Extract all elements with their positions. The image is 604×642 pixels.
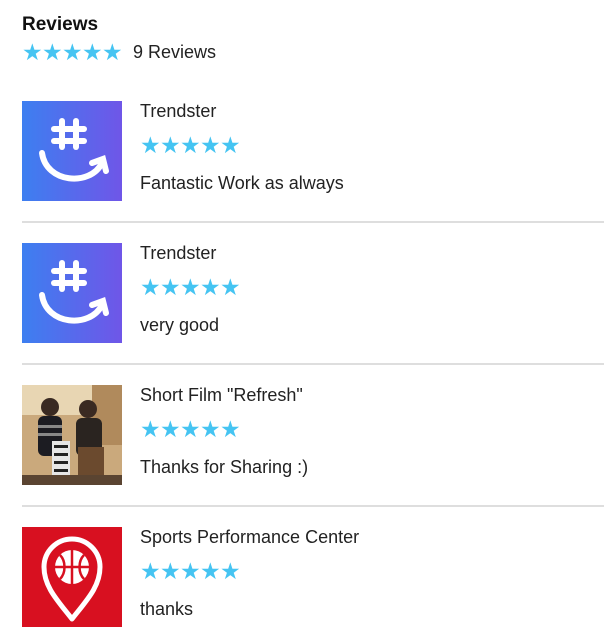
review-item: Trendster ★ ★ ★ ★ ★ very good bbox=[22, 243, 604, 385]
star-icon: ★ bbox=[200, 132, 221, 158]
review-app-name[interactable]: Trendster bbox=[140, 243, 216, 263]
rating-summary: ★ ★ ★ ★ ★ 9 Reviews bbox=[22, 39, 216, 65]
star-icon: ★ bbox=[180, 132, 201, 158]
star-icon: ★ bbox=[140, 558, 161, 584]
star-icon: ★ bbox=[180, 274, 201, 300]
review-comment: very good bbox=[140, 315, 220, 335]
divider bbox=[22, 505, 604, 507]
star-icon: ★ bbox=[200, 416, 221, 442]
star-icon: ★ bbox=[200, 274, 221, 300]
summary-stars: ★ ★ ★ ★ ★ bbox=[22, 39, 123, 65]
star-icon: ★ bbox=[220, 558, 241, 584]
review-app-name[interactable]: Short Film "Refresh" bbox=[140, 385, 303, 405]
star-icon: ★ bbox=[180, 558, 201, 584]
page-title: Reviews bbox=[22, 14, 99, 35]
review-stars: ★ ★ ★ ★ ★ bbox=[140, 416, 241, 442]
review-item: Short Film "Refresh" ★ ★ ★ ★ ★ Thanks fo… bbox=[22, 385, 604, 527]
hashtag-smile-icon bbox=[39, 118, 109, 182]
review-app-name[interactable]: Sports Performance Center bbox=[140, 527, 359, 547]
star-icon: ★ bbox=[42, 39, 63, 65]
star-icon: ★ bbox=[140, 416, 161, 442]
review-app-name[interactable]: Trendster bbox=[140, 101, 216, 121]
review-count: 9 Reviews bbox=[133, 41, 217, 62]
review-comment: Thanks for Sharing :) bbox=[140, 457, 309, 477]
divider bbox=[22, 363, 604, 365]
star-icon: ★ bbox=[200, 558, 221, 584]
review-comment: Fantastic Work as always bbox=[140, 173, 344, 193]
star-icon: ★ bbox=[140, 274, 161, 300]
app-thumbnail[interactable] bbox=[22, 385, 122, 485]
app-thumbnail[interactable] bbox=[22, 101, 122, 201]
review-stars: ★ ★ ★ ★ ★ bbox=[140, 558, 241, 584]
review-stars: ★ ★ ★ ★ ★ bbox=[140, 274, 241, 300]
divider bbox=[22, 221, 604, 223]
review-item: Trendster ★ ★ ★ ★ ★ Fantastic Work as al… bbox=[22, 101, 604, 243]
star-icon: ★ bbox=[160, 416, 181, 442]
photo-thumbnail bbox=[22, 385, 122, 485]
review-item: Sports Performance Center ★ ★ ★ ★ ★ than… bbox=[22, 527, 604, 642]
reviews-header: Reviews ★ ★ ★ ★ ★ 9 Reviews bbox=[22, 14, 216, 65]
star-icon: ★ bbox=[160, 558, 181, 584]
star-icon: ★ bbox=[160, 132, 181, 158]
star-icon: ★ bbox=[22, 39, 43, 65]
star-icon: ★ bbox=[180, 416, 201, 442]
star-icon: ★ bbox=[160, 274, 181, 300]
star-icon: ★ bbox=[82, 39, 103, 65]
star-icon: ★ bbox=[102, 39, 123, 65]
hashtag-smile-icon bbox=[39, 260, 109, 324]
app-thumbnail[interactable] bbox=[22, 527, 122, 627]
review-stars: ★ ★ ★ ★ ★ bbox=[140, 132, 241, 158]
star-icon: ★ bbox=[62, 39, 83, 65]
star-icon: ★ bbox=[220, 416, 241, 442]
star-icon: ★ bbox=[220, 274, 241, 300]
review-comment: thanks bbox=[140, 599, 194, 619]
star-icon: ★ bbox=[220, 132, 241, 158]
star-icon: ★ bbox=[140, 132, 161, 158]
app-thumbnail[interactable] bbox=[22, 243, 122, 343]
basketball-pin-icon bbox=[41, 536, 103, 622]
